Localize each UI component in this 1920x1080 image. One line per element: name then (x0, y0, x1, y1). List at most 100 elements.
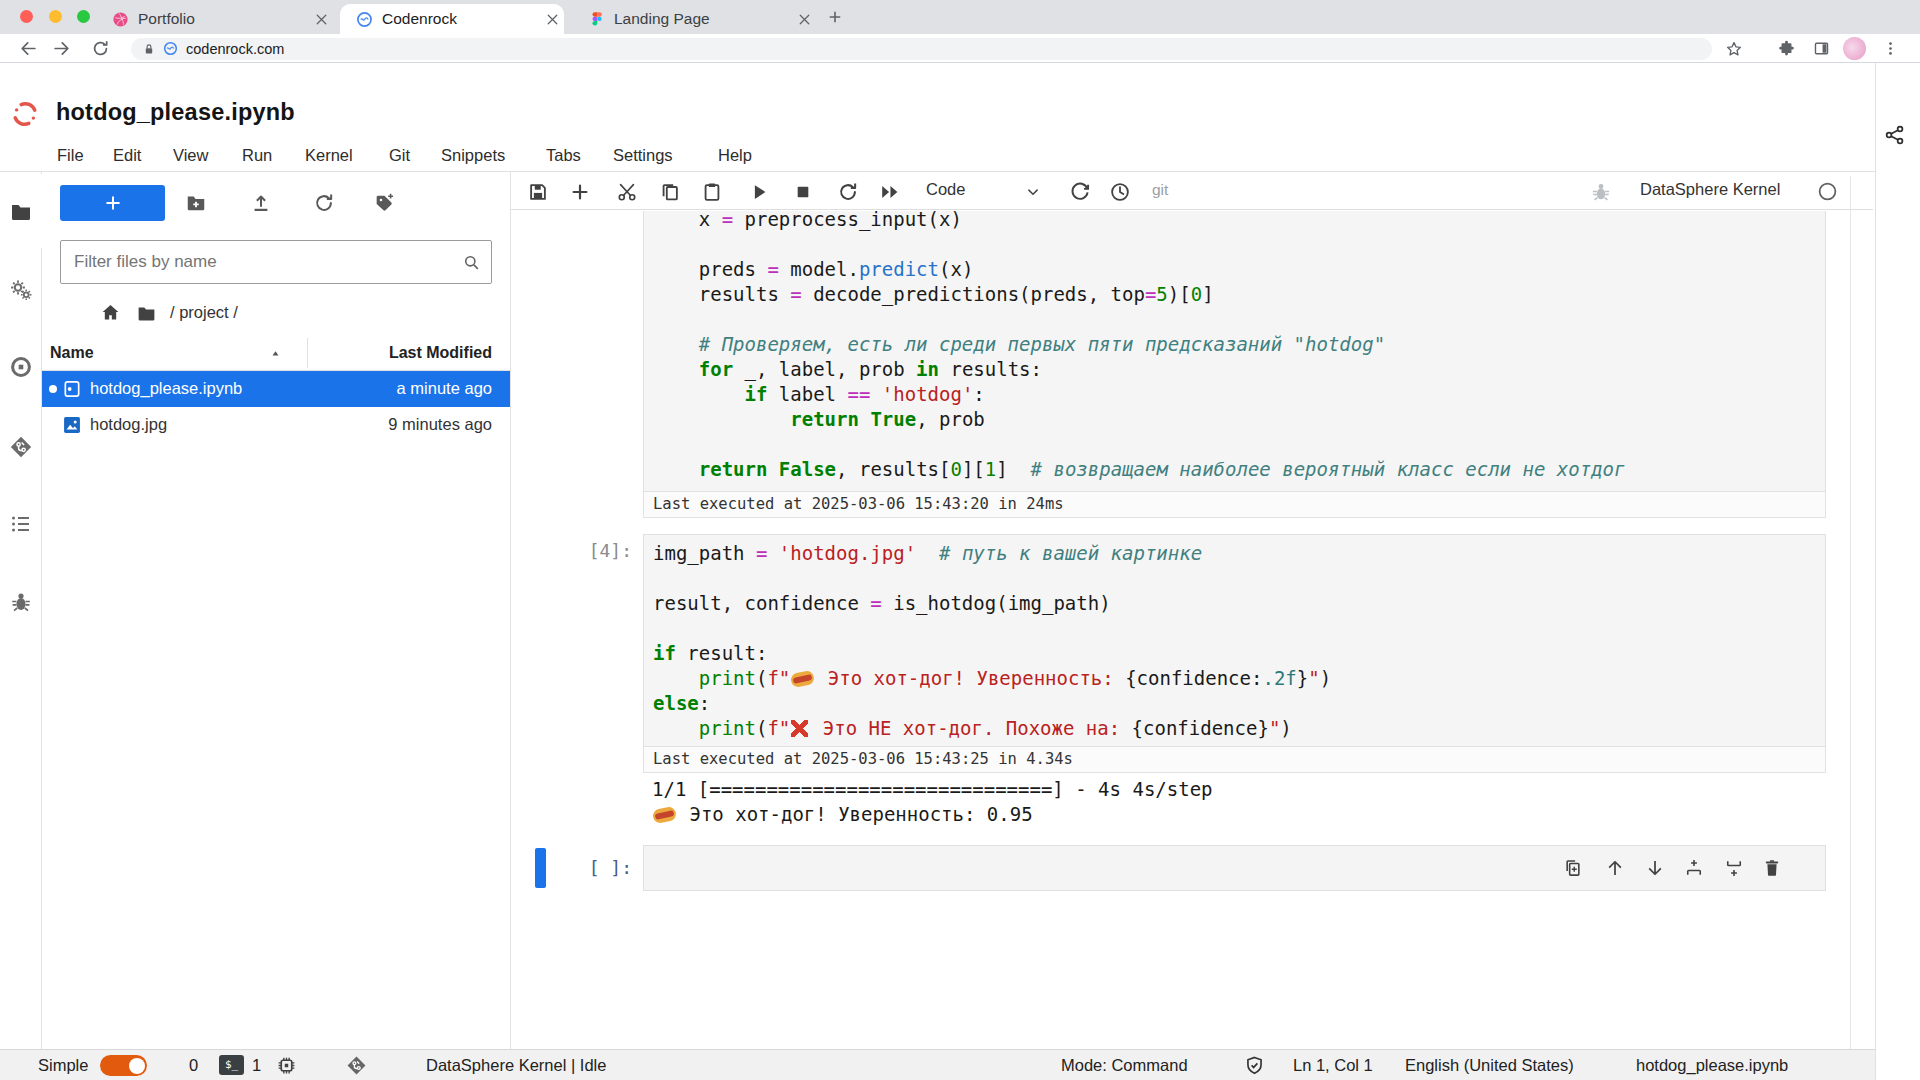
back-icon[interactable] (19, 39, 38, 58)
menu-run[interactable]: Run (242, 143, 272, 167)
file-browser-icon[interactable] (9, 200, 33, 224)
codenrock-favicon (356, 11, 373, 28)
code-editor: x = preprocess_input(x) preds = model.pr… (653, 211, 1625, 482)
history-clock-icon[interactable] (1109, 181, 1131, 203)
menu-edit[interactable]: Edit (113, 143, 141, 167)
column-name[interactable]: Name (50, 344, 94, 362)
profile-avatar[interactable] (1843, 37, 1866, 60)
file-row-selected[interactable]: hotdog_please.ipynb a minute ago (42, 371, 510, 407)
search-icon (462, 253, 481, 272)
file-modified: 9 minutes ago (330, 415, 492, 434)
tab-title: Portfolio (138, 10, 195, 28)
upload-icon[interactable] (250, 192, 272, 214)
kernel-status-text[interactable]: DataSphere Kernel | Idle (426, 1056, 606, 1075)
debugger-bug-icon[interactable] (9, 590, 33, 614)
status-filename: hotdog_please.ipynb (1636, 1056, 1788, 1075)
file-row[interactable]: hotdog.jpg 9 minutes ago (42, 407, 510, 443)
move-cell-down-icon[interactable] (1645, 858, 1665, 878)
browser-tab-codenrock[interactable]: Codenrock (340, 4, 564, 34)
dribbble-favicon (112, 11, 129, 28)
browser-tab-portfolio[interactable]: Portfolio (94, 4, 334, 34)
stop-kernel-icon[interactable] (792, 181, 814, 203)
restart-kernel-icon[interactable] (837, 181, 859, 203)
browser-menu-icon[interactable] (1882, 40, 1899, 57)
chip-icon[interactable] (276, 1055, 297, 1076)
terminal-icon[interactable]: $_ (219, 1055, 244, 1075)
filter-files-input[interactable]: Filter files by name (60, 240, 492, 284)
url-field[interactable]: codenrock.com (131, 38, 1712, 60)
notebook-file-icon (62, 379, 82, 399)
chevron-down-icon[interactable] (1024, 183, 1042, 201)
menu-kernel[interactable]: Kernel (305, 143, 353, 167)
menu-settings[interactable]: Settings (613, 143, 673, 167)
new-launcher-button[interactable] (60, 185, 165, 221)
copy-cell-icon[interactable] (659, 181, 681, 203)
table-of-contents-icon[interactable] (9, 512, 33, 536)
git-toolbar-label[interactable]: git (1152, 181, 1168, 199)
mode-indicator[interactable]: Mode: Command (1061, 1056, 1188, 1075)
kernels-count: 1 (252, 1056, 261, 1075)
tab-close-icon[interactable] (544, 11, 561, 28)
insert-cell-above-icon[interactable] (1684, 858, 1704, 878)
cut-cell-icon[interactable] (616, 181, 638, 203)
run-cell-icon[interactable] (748, 181, 770, 203)
kernel-status-circle[interactable] (1817, 181, 1838, 202)
macos-minimize-button[interactable] (49, 10, 62, 23)
breadcrumb-folder-icon[interactable] (136, 303, 157, 324)
code-cell-1[interactable]: x = preprocess_input(x) preds = model.pr… (643, 211, 1826, 492)
code-cell-2[interactable]: img_path = 'hotdog.jpg' # путь к вашей к… (643, 534, 1826, 747)
refresh-icon[interactable] (313, 192, 335, 214)
git-status-icon[interactable] (346, 1055, 367, 1076)
menu-snippets[interactable]: Snippets (441, 143, 505, 167)
forward-icon[interactable] (52, 39, 71, 58)
menu-tabs[interactable]: Tabs (546, 143, 581, 167)
duplicate-cell-icon[interactable] (1563, 858, 1583, 878)
add-cell-icon[interactable] (569, 181, 591, 203)
bookmark-star-icon[interactable] (1725, 40, 1743, 58)
new-tab-button[interactable] (827, 9, 843, 25)
paste-cell-icon[interactable] (701, 181, 723, 203)
home-icon[interactable] (100, 302, 121, 323)
tab-close-icon[interactable] (796, 11, 813, 28)
cursor-position[interactable]: Ln 1, Col 1 (1293, 1056, 1373, 1075)
sort-ascending-icon[interactable] (269, 347, 282, 360)
simple-mode-toggle[interactable] (100, 1055, 147, 1076)
notebook-scrollbar[interactable] (1850, 176, 1851, 1049)
share-icon[interactable] (1884, 124, 1906, 146)
macos-zoom-button[interactable] (77, 10, 90, 23)
kernel-name[interactable]: DataSphere Kernel (1640, 180, 1780, 199)
menu-help[interactable]: Help (718, 143, 752, 167)
column-last-modified[interactable]: Last Modified (330, 344, 492, 362)
running-sessions-icon[interactable] (9, 355, 33, 379)
site-favicon (163, 41, 178, 56)
right-sidebar (1875, 63, 1920, 1080)
sync-icon[interactable] (1069, 181, 1091, 203)
extensions-icon[interactable] (1778, 40, 1795, 57)
app-logo[interactable] (12, 101, 38, 127)
delete-cell-icon[interactable] (1762, 858, 1782, 878)
language-indicator[interactable]: English (United States) (1405, 1056, 1574, 1075)
new-folder-icon[interactable] (185, 192, 207, 214)
git-icon[interactable] (9, 435, 33, 459)
image-file-icon (62, 415, 82, 435)
cell-type-select[interactable]: Code (926, 180, 965, 199)
new-tag-icon[interactable] (373, 192, 395, 214)
macos-close-button[interactable] (20, 10, 33, 23)
move-cell-up-icon[interactable] (1605, 858, 1625, 878)
unsaved-dot (49, 385, 57, 393)
breadcrumb[interactable]: / project / (170, 303, 238, 322)
menu-view[interactable]: View (173, 143, 208, 167)
run-all-icon[interactable] (879, 181, 901, 203)
tab-close-icon[interactable] (313, 11, 330, 28)
side-panel-icon[interactable] (1813, 40, 1830, 57)
shield-check-icon[interactable] (1244, 1055, 1265, 1076)
save-icon[interactable] (527, 181, 549, 203)
debug-bug-icon[interactable] (1590, 181, 1612, 203)
menu-file[interactable]: File (57, 143, 84, 167)
menu-git[interactable]: Git (389, 143, 410, 167)
insert-cell-below-icon[interactable] (1724, 858, 1744, 878)
browser-tab-landing-page[interactable]: Landing Page (572, 4, 820, 34)
filter-placeholder: Filter files by name (74, 252, 462, 272)
reload-icon[interactable] (91, 39, 110, 58)
settings-gears-icon[interactable] (9, 278, 33, 302)
